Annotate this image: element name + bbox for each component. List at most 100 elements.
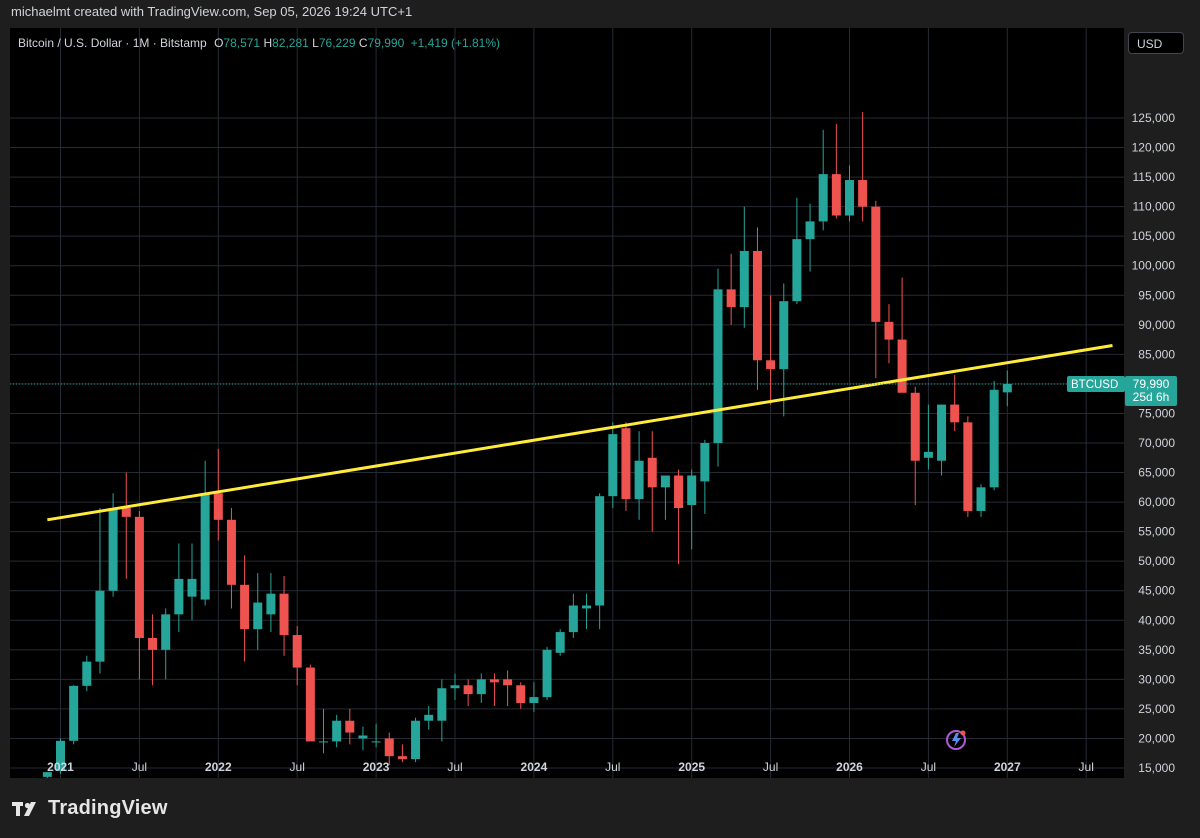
overlays — [10, 344, 1124, 522]
candle-body — [713, 289, 723, 443]
candle-body — [489, 679, 499, 683]
candle-body — [319, 741, 328, 743]
high-value: 82,281 — [272, 36, 309, 50]
candle-body — [437, 688, 447, 721]
candle-body — [568, 605, 578, 633]
brand-name: TradingView — [48, 797, 168, 819]
candle-body — [595, 496, 605, 606]
y-tick-label: 40,000 — [1138, 613, 1175, 627]
candle-body — [213, 493, 223, 520]
candle-body — [608, 434, 618, 497]
candle-body — [305, 667, 315, 742]
candle-body — [266, 593, 276, 615]
low-label: L — [312, 36, 319, 50]
candle-body — [792, 239, 802, 302]
attribution-text: michaelmt created with TradingView.com, … — [11, 4, 413, 19]
y-tick-label: 85,000 — [1138, 347, 1175, 361]
candle-body — [292, 635, 302, 668]
candle-body — [687, 475, 697, 506]
candle-body — [332, 720, 342, 742]
candle-body — [187, 578, 197, 597]
tradingview-logo: TradingView — [12, 797, 168, 820]
candle-body — [476, 679, 486, 695]
open-label: O — [214, 36, 224, 50]
price-tag-value: 79,990 — [1133, 377, 1170, 391]
candle-body — [910, 392, 920, 461]
candle-body — [647, 457, 657, 488]
candle-body — [739, 250, 749, 308]
low-value: 76,229 — [318, 36, 356, 50]
candle-body — [134, 516, 144, 638]
candle-body — [923, 451, 933, 458]
close-value: 79,990 — [367, 36, 405, 50]
candle-body — [1002, 383, 1012, 393]
candle-body — [358, 735, 368, 739]
y-tick-label: 60,000 — [1138, 495, 1175, 509]
candle-body — [752, 250, 762, 361]
candle-body — [240, 584, 250, 630]
event-icon-bolt — [952, 733, 961, 747]
candle-body — [963, 422, 973, 511]
candle-body — [411, 720, 421, 760]
candle-body — [634, 460, 644, 500]
candle-body — [884, 321, 894, 340]
tradingview-logo-icon — [12, 801, 36, 816]
y-tick-label: 25,000 — [1138, 702, 1175, 716]
candle-body — [897, 339, 907, 393]
candle-body — [226, 519, 236, 585]
y-tick-label: 15,000 — [1138, 761, 1175, 775]
y-tick-label: 55,000 — [1138, 525, 1175, 539]
event-icon-dot — [960, 730, 966, 736]
y-tick-label: 100,000 — [1132, 259, 1176, 273]
candle-body — [384, 738, 394, 757]
candle-body — [82, 661, 92, 686]
candle-body — [831, 174, 841, 216]
candle-body — [200, 493, 210, 600]
candle-body — [818, 174, 828, 222]
candle-body — [871, 206, 881, 322]
y-tick-label: 50,000 — [1138, 554, 1175, 568]
currency-button[interactable]: USD — [1128, 32, 1184, 54]
y-tick-label: 65,000 — [1138, 466, 1175, 480]
close-label: C — [358, 36, 368, 50]
grid-lines — [10, 28, 1124, 778]
candle-body — [621, 428, 631, 500]
chart-panel[interactable] — [10, 28, 1124, 778]
candle-body — [555, 632, 565, 653]
y-tick-label: 90,000 — [1138, 318, 1175, 332]
candles — [42, 112, 1012, 778]
y-tick-label: 125,000 — [1132, 111, 1176, 125]
y-tick-label: 105,000 — [1132, 229, 1176, 243]
candle-body — [161, 614, 171, 650]
candle-body — [805, 221, 815, 240]
candle-body — [779, 301, 789, 370]
candle-body — [345, 720, 355, 733]
y-tick-label: 35,000 — [1138, 643, 1175, 657]
y-tick-label: 30,000 — [1138, 672, 1175, 686]
candle-body — [397, 756, 407, 760]
candlestick-chart[interactable] — [10, 28, 1124, 778]
y-tick-label: 20,000 — [1138, 731, 1175, 745]
candle-body — [976, 487, 986, 511]
candle-body — [174, 578, 184, 615]
candle-body — [529, 697, 539, 703]
candle-body — [148, 638, 158, 650]
open-value: 78,571 — [223, 36, 261, 50]
candle-body — [516, 685, 526, 703]
y-tick-label: 110,000 — [1133, 200, 1176, 214]
candle-body — [463, 685, 473, 695]
candle-body — [582, 605, 591, 609]
candle-body — [42, 772, 52, 777]
price-tag — [1125, 375, 1177, 406]
candle-body — [424, 714, 434, 721]
candle-body — [253, 602, 263, 630]
y-tick-label: 70,000 — [1138, 436, 1175, 450]
candle-body — [989, 389, 999, 488]
candle-body — [700, 443, 710, 482]
candle-body — [69, 685, 79, 741]
chart-frame: michaelmt created with TradingView.com, … — [0, 0, 1200, 838]
candle-body — [450, 685, 460, 689]
candle-body — [503, 679, 513, 686]
y-tick-label: 115,000 — [1133, 170, 1176, 184]
candle-body — [660, 475, 670, 488]
